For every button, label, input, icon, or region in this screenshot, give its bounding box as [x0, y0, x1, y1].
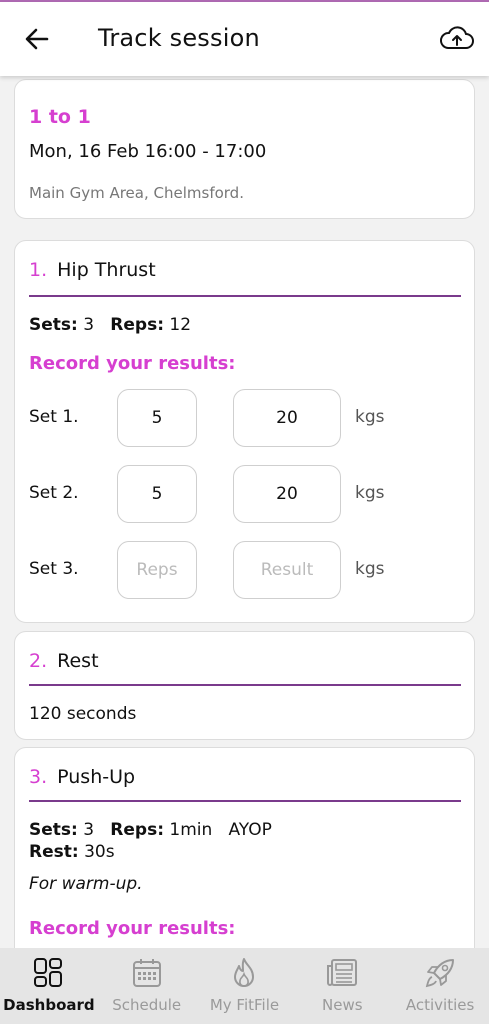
- flame-icon: [234, 958, 255, 987]
- exercise-note: For warm-up.: [29, 874, 143, 894]
- tab-label: Schedule: [112, 996, 182, 1014]
- dashboard-icon: [33, 958, 62, 987]
- set-label: Set 3.: [29, 559, 79, 579]
- scroll-content[interactable]: 1 to 1 Mon, 16 Feb 16:00 - 17:00 Main Gy…: [0, 76, 489, 948]
- session-datetime: Mon, 16 Feb 16:00 - 17:00: [29, 141, 267, 162]
- bottom-tab-bar: Dashboard Schedule My FitFile News Activ…: [0, 948, 489, 1024]
- set-3-result-input[interactable]: Result: [233, 541, 341, 599]
- unit-label: kgs: [355, 483, 385, 503]
- tab-label: Activities: [405, 996, 475, 1014]
- set-1-result-input[interactable]: 20: [233, 389, 341, 447]
- newspaper-icon: [327, 959, 358, 986]
- tab-label: News: [322, 996, 363, 1014]
- tab-label: Dashboard: [3, 996, 95, 1014]
- divider: [29, 295, 461, 297]
- exercise-header: 1. Hip Thrust: [29, 259, 156, 281]
- rest-line: Rest: 30s: [29, 842, 115, 862]
- record-results-label: Record your results:: [29, 918, 236, 939]
- session-location: Main Gym Area, Chelmsford.: [29, 184, 244, 202]
- tab-schedule[interactable]: Schedule: [98, 948, 196, 1024]
- tab-news[interactable]: News: [293, 948, 391, 1024]
- set-label: Set 2.: [29, 483, 79, 503]
- tab-my-fitfile[interactable]: My FitFile: [196, 948, 294, 1024]
- unit-label: kgs: [355, 559, 385, 579]
- divider: [29, 800, 461, 802]
- sets-reps-line: Sets: 3 Reps: 1min AYOP: [29, 820, 272, 840]
- app-bar: Track session: [0, 2, 489, 76]
- exercise-name: Rest: [57, 650, 99, 672]
- exercise-number: 3.: [29, 766, 48, 788]
- set-2-reps-input[interactable]: 5: [117, 465, 197, 523]
- exercise-card: 1. Hip Thrust Sets: 3 Reps: 12 Record you…: [14, 240, 475, 623]
- rocket-icon: [425, 959, 455, 988]
- cloud-upload-icon[interactable]: [439, 24, 475, 54]
- unit-label: kgs: [355, 407, 385, 427]
- session-type: 1 to 1: [29, 106, 91, 128]
- exercise-name: Hip Thrust: [57, 259, 156, 281]
- exercise-card: 3. Push-Up Sets: 3 Reps: 1min AYOP Rest: …: [14, 747, 475, 948]
- exercise-name: Push-Up: [57, 766, 136, 788]
- divider: [29, 684, 461, 686]
- set-2-result-input[interactable]: 20: [233, 465, 341, 523]
- tab-activities[interactable]: Activities: [391, 948, 489, 1024]
- exercise-card: 2. Rest 120 seconds: [14, 631, 475, 740]
- tab-dashboard[interactable]: Dashboard: [0, 948, 98, 1024]
- set-label: Set 1.: [29, 407, 79, 427]
- set-3-reps-input[interactable]: Reps: [117, 541, 197, 599]
- exercise-header: 2. Rest: [29, 650, 99, 672]
- page-title: Track session: [98, 24, 260, 52]
- exercise-number: 2.: [29, 650, 48, 672]
- sets-reps-line: Sets: 3 Reps: 12: [29, 315, 192, 335]
- back-arrow-icon[interactable]: [22, 24, 52, 54]
- rest-duration: 120 seconds: [29, 704, 137, 724]
- tab-label: My FitFile: [209, 996, 280, 1014]
- exercise-number: 1.: [29, 259, 48, 281]
- session-card: 1 to 1 Mon, 16 Feb 16:00 - 17:00 Main Gy…: [14, 79, 475, 219]
- record-results-label: Record your results:: [29, 353, 236, 374]
- calendar-icon: [132, 959, 161, 987]
- set-1-reps-input[interactable]: 5: [117, 389, 197, 447]
- exercise-header: 3. Push-Up: [29, 766, 135, 788]
